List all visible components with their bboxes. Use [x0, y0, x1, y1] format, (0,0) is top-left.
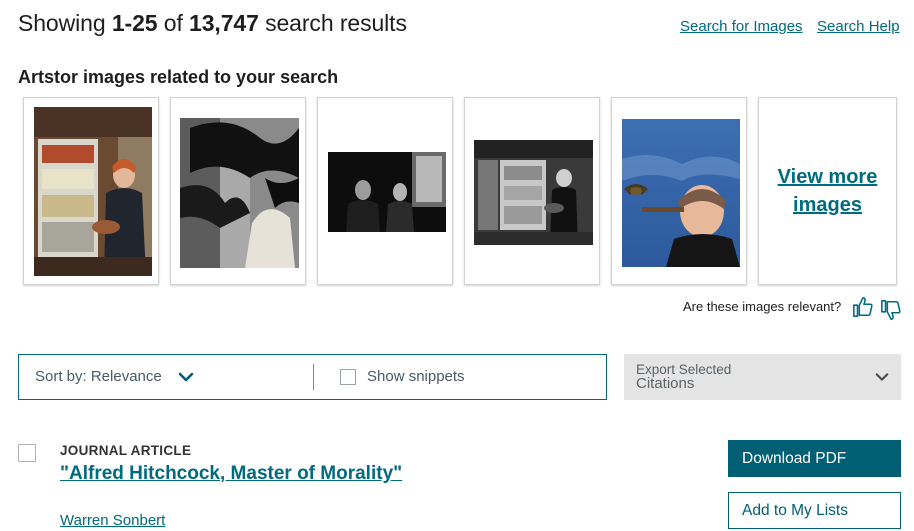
artstor-thumbnail-3[interactable]	[317, 97, 453, 285]
result-author-link[interactable]: Warren Sonbert	[60, 512, 165, 529]
results-of: of	[163, 10, 183, 36]
thumbnail-image	[34, 107, 152, 276]
result-type: JOURNAL ARTICLE	[60, 443, 192, 458]
thumbs-up-icon[interactable]	[852, 296, 874, 318]
export-citations-label: Export Selected Citations	[636, 363, 731, 392]
thumbnail-image	[622, 119, 740, 267]
results-count-prefix: Showing	[18, 10, 106, 36]
view-more-images-link[interactable]: View more images	[773, 163, 883, 219]
artstor-section-title: Artstor images related to your search	[18, 67, 339, 87]
download-pdf-button[interactable]: Download PDF	[728, 440, 901, 477]
add-to-my-lists-button[interactable]: Add to My Lists	[728, 492, 901, 529]
show-snippets-label[interactable]: Show snippets	[367, 368, 465, 385]
chevron-down-icon[interactable]	[875, 371, 889, 383]
result-title-link[interactable]: "Alfred Hitchcock, Master of Morality"	[60, 463, 402, 485]
search-for-images-link[interactable]: Search for Images	[680, 18, 803, 35]
artstor-thumbnail-4[interactable]	[464, 97, 600, 285]
relevance-question: Are these images relevant?	[683, 299, 842, 314]
toolbar-divider	[313, 364, 314, 390]
results-count: Showing 1-25 of 13,747 search results	[18, 10, 407, 37]
result-select-checkbox[interactable]	[18, 444, 36, 462]
thumbnail-image	[328, 152, 446, 232]
results-suffix: search results	[265, 10, 407, 36]
artstor-thumbnail-5[interactable]	[611, 97, 747, 285]
thumbnail-image	[180, 118, 299, 268]
thumbs-down-icon[interactable]	[880, 299, 902, 321]
chevron-down-icon[interactable]	[178, 371, 194, 383]
view-more-images-tile: View more images	[758, 97, 897, 285]
show-snippets-checkbox[interactable]	[340, 369, 356, 385]
artstor-thumbnail-2[interactable]	[170, 97, 306, 285]
results-total: 13,747	[189, 10, 259, 36]
sort-dropdown[interactable]: Sort by: Relevance	[35, 368, 162, 385]
search-help-link[interactable]: Search Help	[817, 18, 900, 35]
artstor-thumbnail-1[interactable]	[23, 97, 159, 285]
export-label-line2: Citations	[636, 375, 695, 392]
results-range: 1-25	[111, 10, 158, 36]
thumbnail-image	[474, 140, 593, 245]
